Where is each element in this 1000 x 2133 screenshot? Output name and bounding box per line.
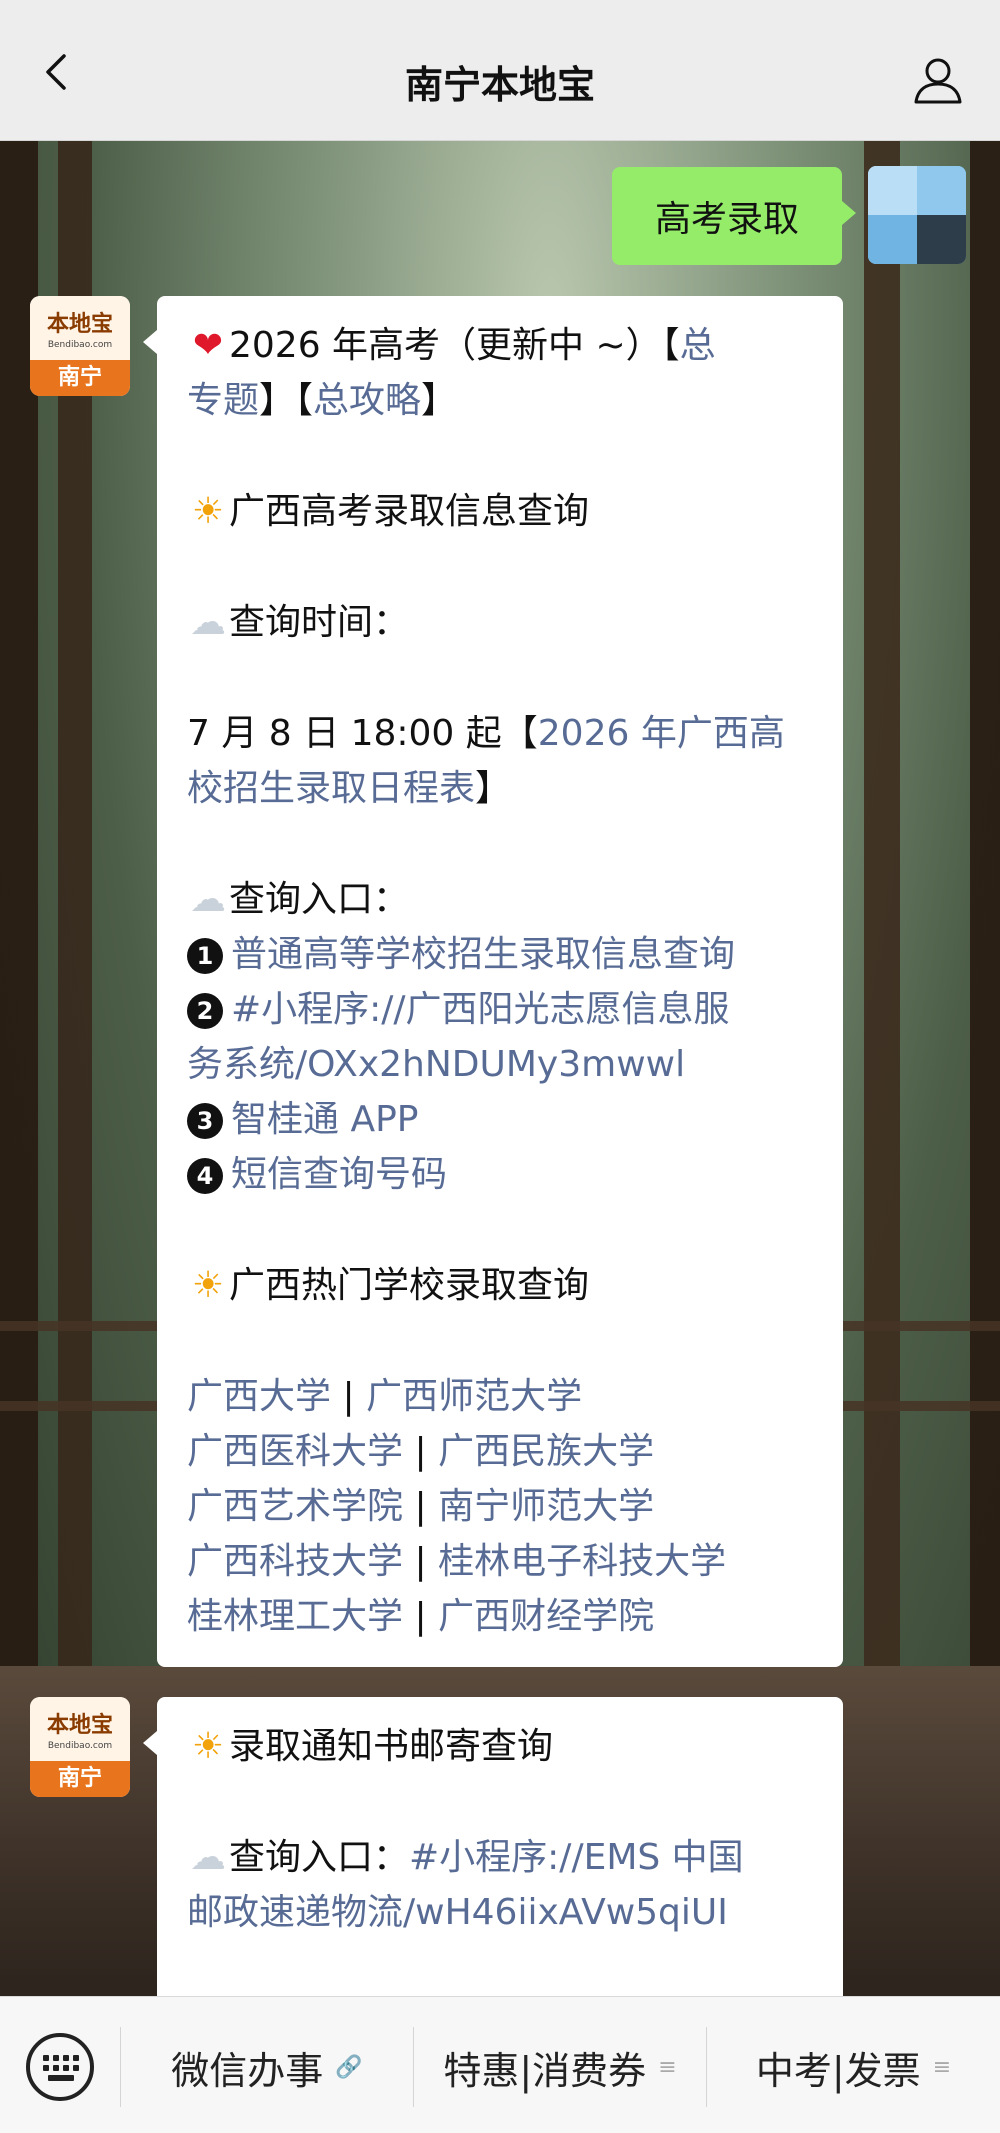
link-schedule-cont[interactable]: 校招生录取日程表 (187, 768, 475, 809)
section-heading: 录取通知书邮寄查询 (229, 1726, 554, 1767)
sun-icon: ☀ (191, 1726, 225, 1767)
avatar-site-text: Bendibao.com (47, 1741, 113, 1751)
link-entry-2-cont[interactable]: 务系统/OXx2hNDUMy3mwwl (187, 1044, 685, 1085)
link-school[interactable]: 广西民族大学 (438, 1431, 654, 1472)
link-ems-miniprogram[interactable]: #小程序://EMS 中国 (409, 1837, 744, 1878)
number-badge: 4 (187, 1158, 223, 1194)
user-icon[interactable] (912, 54, 964, 106)
heart-icon: ❤ (192, 325, 224, 366)
menu-item-coupons[interactable]: 特惠|消费券 ≡ (414, 2037, 706, 2097)
page-title: 南宁本地宝 (404, 63, 595, 107)
link-special-topic-cont[interactable]: 专题 (187, 380, 259, 421)
bottom-menu-bar: 微信办事 🔗 特惠|消费券 ≡ 中考|发票 ≡ (0, 1996, 1000, 2133)
incoming-message-bubble: ☀ 录取通知书邮寄查询 ☁查询入口：#小程序://EMS 中国 邮政速递物流/wH… (143, 1697, 843, 2017)
link-special-topic[interactable]: 总 (680, 325, 716, 366)
avatar-site-text: Bendibao.com (47, 340, 113, 350)
section-heading: 广西高考录取信息查询 (229, 491, 590, 532)
number-badge: 1 (187, 938, 223, 974)
school-row: 广西医科大学 | 广西民族大学 (187, 1431, 655, 1472)
my-avatar[interactable] (868, 166, 966, 264)
number-badge: 3 (187, 1103, 223, 1139)
link-school[interactable]: 广西师范大学 (366, 1376, 582, 1417)
menu-item-label: 中考|发票 (755, 2048, 921, 2093)
school-row: 桂林理工大学 | 广西财经学院 (187, 1596, 655, 1637)
link-ems-miniprogram-cont[interactable]: 邮政速递物流/wH46iixAVw5qiUI (187, 1892, 728, 1933)
link-school[interactable]: 广西医科大学 (187, 1431, 403, 1472)
outgoing-message-bubble[interactable]: 高考录取 (612, 167, 856, 265)
link-entry-4[interactable]: 短信查询号码 (231, 1154, 447, 1195)
school-row: 广西艺术学院 | 南宁师范大学 (187, 1486, 655, 1527)
link-guide[interactable]: 总攻略 (313, 380, 421, 421)
menu-lines-icon: ≡ (658, 2054, 677, 2080)
cloud-icon: ☁ (190, 602, 226, 643)
avatar-logo-text: 本地宝 (46, 1712, 113, 1738)
link-schedule[interactable]: 2026 年广西高 (538, 713, 785, 754)
link-school[interactable]: 南宁师范大学 (438, 1486, 654, 1527)
link-school[interactable]: 广西艺术学院 (187, 1486, 403, 1527)
cloud-icon: ☁ (190, 879, 226, 920)
menu-item-label: 特惠|消费券 (443, 2048, 647, 2093)
link-school[interactable]: 桂林理工大学 (187, 1596, 403, 1637)
query-entry-label: 查询入口： (229, 1837, 410, 1878)
service-avatar[interactable]: 本地宝 Bendibao.com 南宁 (30, 296, 130, 396)
sun-icon: ☀ (191, 1265, 225, 1306)
sun-icon: ☀ (191, 491, 225, 532)
menu-item-label: 微信办事 (171, 2048, 324, 2093)
cloud-icon: ☁ (190, 1837, 226, 1878)
menu-item-exam-invoice[interactable]: 中考|发票 ≡ (707, 2037, 1000, 2097)
link-entry-3[interactable]: 智桂通 APP (231, 1099, 419, 1140)
link-school[interactable]: 广西财经学院 (438, 1596, 654, 1637)
service-avatar[interactable]: 本地宝 Bendibao.com 南宁 (30, 1697, 130, 1797)
query-time-label: 查询时间： (229, 602, 410, 643)
keyboard-icon[interactable] (26, 2033, 94, 2101)
section-heading: 广西热门学校录取查询 (229, 1265, 590, 1306)
nav-bar: 南宁本地宝 (0, 0, 1000, 141)
link-entry-2[interactable]: #小程序://广西阳光志愿信息服 (231, 989, 730, 1030)
query-entry-label: 查询入口： (229, 879, 410, 920)
link-icon: 🔗 (335, 2054, 363, 2080)
link-school[interactable]: 桂林电子科技大学 (438, 1541, 726, 1582)
school-row: 广西科技大学 | 桂林电子科技大学 (187, 1541, 727, 1582)
link-school[interactable]: 广西科技大学 (187, 1541, 403, 1582)
school-row: 广西大学 | 广西师范大学 (187, 1376, 583, 1417)
menu-lines-icon: ≡ (932, 2054, 952, 2080)
number-badge: 2 (187, 993, 223, 1029)
avatar-city-text: 南宁 (30, 360, 130, 396)
incoming-message-bubble: ❤ 2026 年高考（更新中 ~）【总 专题】【总攻略】 ☀ 广西高考录取信息查询 … (143, 296, 843, 1667)
avatar-city-text: 南宁 (30, 1761, 130, 1797)
link-entry-1[interactable]: 普通高等学校招生录取信息查询 (231, 934, 735, 975)
menu-item-wechat-services[interactable]: 微信办事 🔗 (121, 2037, 413, 2097)
avatar-logo-text: 本地宝 (46, 311, 113, 337)
link-school[interactable]: 广西大学 (187, 1376, 331, 1417)
